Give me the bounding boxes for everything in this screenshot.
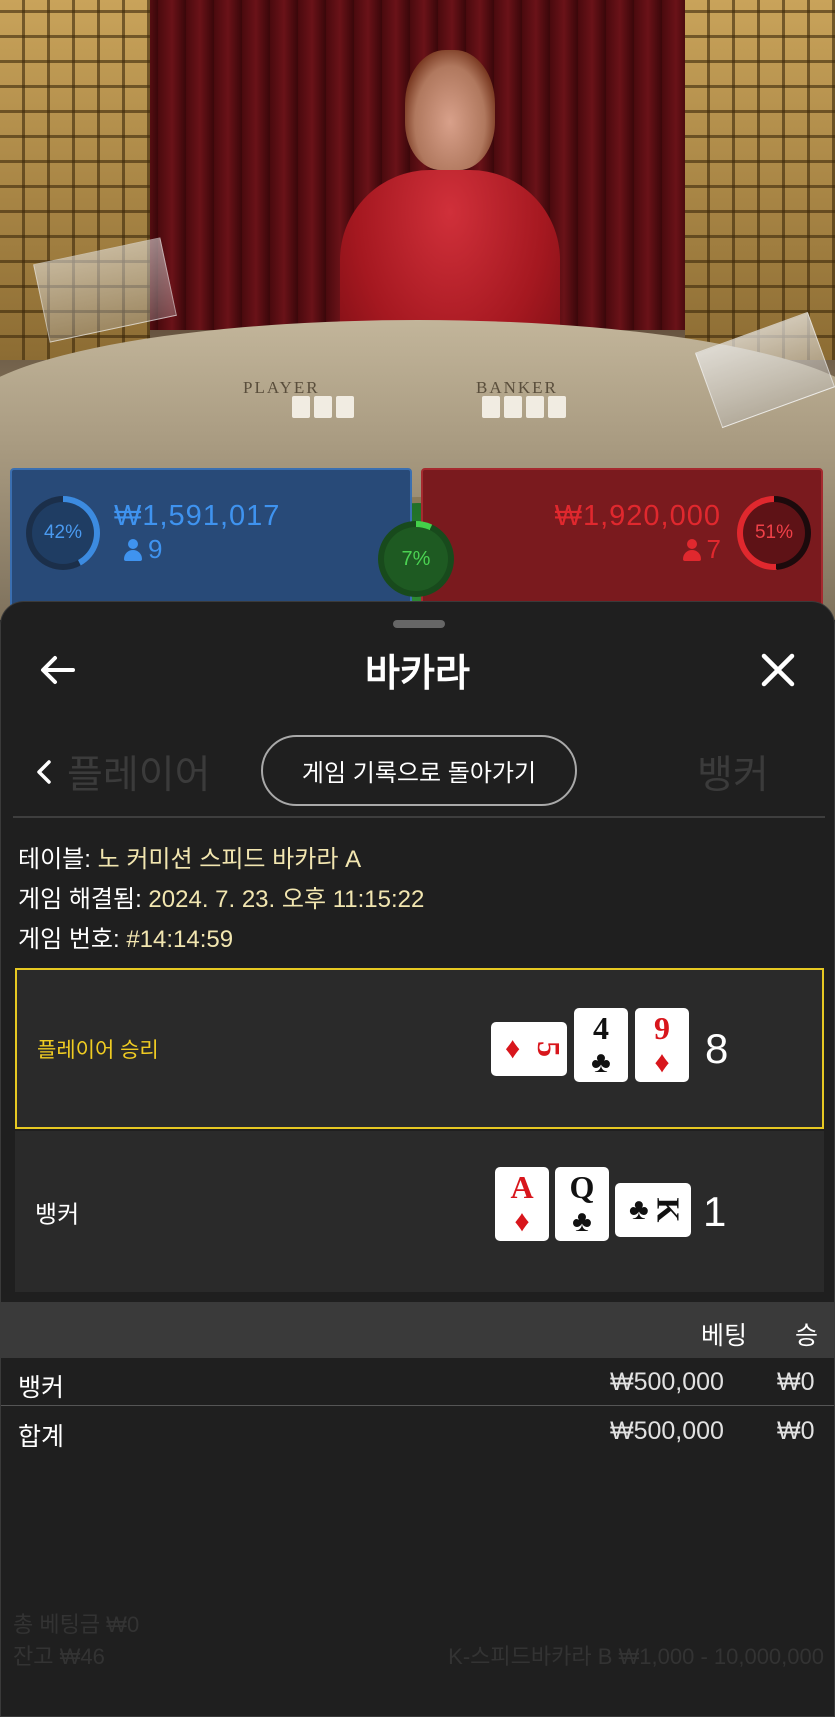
user-icon [124,538,142,561]
hand-score: 1 [703,1187,727,1235]
table-info-label: 테이블: [18,846,91,873]
win-amount: ₩0 [777,1417,815,1445]
ghost-player-tab: 플레이어 [67,754,211,797]
win-amount: ₩0 [777,1368,815,1396]
close-icon[interactable] [754,646,802,694]
ghost-total-bet: 총 베팅금 ₩0 [13,1612,140,1637]
ghost-limits: K-스피드바카라 B ₩1,000 - 10,000,000 [448,1644,824,1669]
table-row: 합계 ₩500,000 ₩0 [1,1407,834,1455]
playing-card: 5 ♦ [491,1022,567,1076]
playing-card: Q ♣ [555,1167,609,1241]
back-to-history-button[interactable]: 게임 기록으로 돌아가기 [261,735,577,806]
playing-card: 9 ♦ [635,1008,689,1082]
lattice-right [685,0,835,360]
game-number-label: 게임 번호: [18,926,120,953]
table-row: 뱅커 ₩500,000 ₩0 [1,1358,834,1406]
table-info-value: 노 커미션 스피드 바카라 A [97,846,362,873]
ghost-balance: 잔고 ₩46 [13,1644,105,1669]
resolved-info: 게임 해결됨: 2024. 7. 23. 오후 11:15:22 [18,879,424,914]
resolved-info-label: 게임 해결됨: [18,886,142,913]
sheet-title: 바카라 [365,653,470,695]
playing-card: A ♦ [495,1167,549,1241]
banker-result-row: 뱅커 A ♦ Q ♣ K ♣ 1 [15,1131,824,1292]
bet-amount: ₩500,000 [610,1368,724,1396]
banker-bet-spot[interactable]: ₩1,920,000 7 51% [421,468,823,608]
player-result-row: 플레이어 승리 5 ♦ 4 ♣ 9 ♦ 8 [15,968,824,1129]
player-bet-spot[interactable]: 42% ₩1,591,017 9 [10,468,412,608]
table-info: 테이블: 노 커미션 스피드 바카라 A [18,839,361,874]
playing-card: 4 ♣ [574,1008,628,1082]
table-label-player: PLAYER [243,378,320,397]
result-label: 뱅커 [35,1201,80,1228]
bet-table-header: 베팅 승 [1,1302,834,1358]
game-history-sheet: 바카라 플레이어 뱅커 게임 기록으로 돌아가기 테이블: 노 커미션 스피드 … [0,601,835,1717]
bet-name: 뱅커 [18,1374,65,1402]
game-number-value: #14:14:59 [126,926,234,953]
player-total-amount: ₩1,591,017 [114,500,281,532]
table-label-banker: BANKER [476,378,558,397]
player-bettor-count: 9 [124,534,162,565]
player-percent-ring: 42% [26,496,100,570]
tie-percent-ring: 7% [378,521,454,597]
result-label: 플레이어 승리 [37,1038,159,1062]
user-icon [682,538,701,561]
banker-total-amount: ₩1,920,000 [554,500,721,532]
bet-column-header: 베팅 [701,1322,748,1350]
resolved-info-value: 2024. 7. 23. 오후 11:15:22 [148,886,425,913]
chevron-left-icon[interactable] [29,752,61,792]
ghost-banker-tab: 뱅커 [697,754,769,797]
win-column-header: 승 [795,1322,819,1350]
bet-name: 합계 [18,1423,65,1451]
playing-card: K ♣ [615,1183,691,1237]
game-number-info: 게임 번호: #14:14:59 [18,919,233,954]
banker-percent-ring: 51% [737,496,811,570]
banker-bettor-count: 7 [682,534,721,565]
divider [13,816,825,818]
drag-handle[interactable] [393,620,445,628]
bet-amount: ₩500,000 [610,1417,724,1445]
hand-score: 8 [705,1024,729,1072]
